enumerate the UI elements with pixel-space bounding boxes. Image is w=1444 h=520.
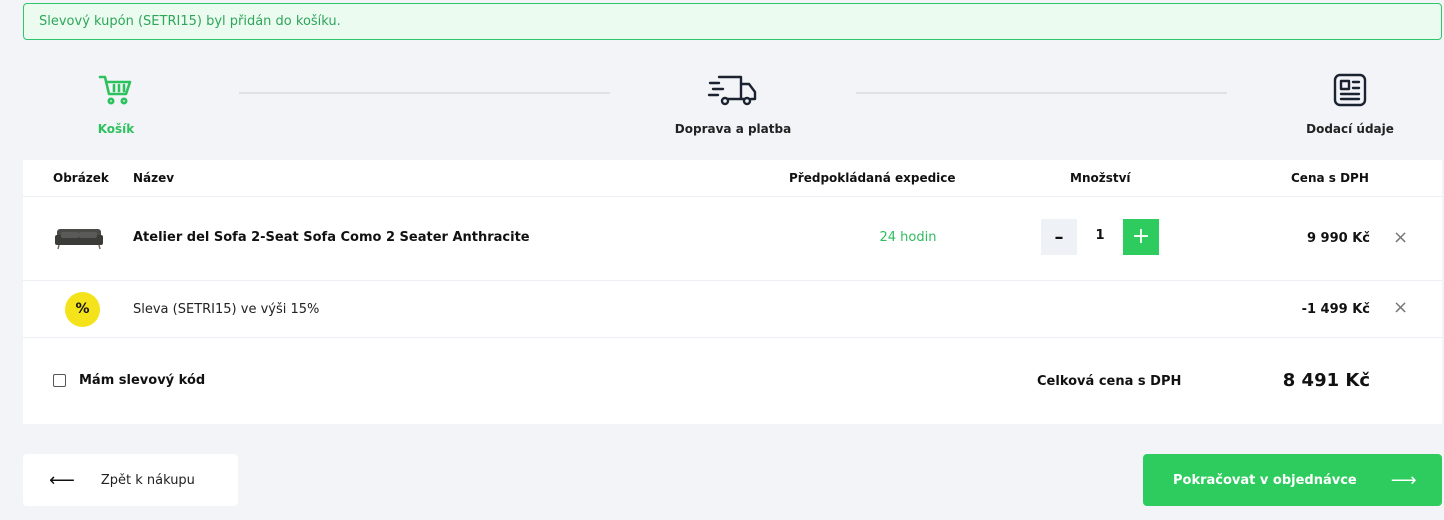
header-expedition: Předpokládaná expedice — [789, 171, 956, 185]
step-delivery-label: Dodací údaje — [1306, 122, 1394, 136]
quantity-decrease-button[interactable]: – — [1041, 219, 1077, 255]
coupon-code-checkbox[interactable] — [53, 374, 66, 387]
step-connector — [239, 92, 610, 94]
header-price: Cena s DPH — [1291, 171, 1369, 185]
product-price: 9 990 Kč — [1306, 231, 1370, 246]
coupon-code-label[interactable]: Mám slevový kód — [79, 373, 205, 388]
remove-discount-button[interactable]: × — [1393, 297, 1408, 318]
arrow-right-icon: ⟶ — [1390, 469, 1417, 491]
header-quantity: Množství — [1070, 171, 1131, 185]
back-button-label: Zpět k nákupu — [100, 472, 195, 488]
step-connector — [856, 92, 1227, 94]
remove-item-button[interactable]: × — [1393, 227, 1408, 248]
header-image: Obrázek — [53, 171, 109, 185]
cart-icon — [76, 70, 156, 110]
quantity-stepper: – 1 + — [1041, 219, 1159, 255]
product-name[interactable]: Atelier del Sofa 2-Seat Sofa Como 2 Seat… — [133, 230, 530, 245]
continue-order-button[interactable]: Pokračovat v objednávce ⟶ — [1143, 454, 1442, 506]
arrow-left-icon: ⟵ — [49, 469, 75, 491]
cart-table: Obrázek Název Předpokládaná expedice Mno… — [23, 160, 1442, 424]
discount-percent-icon: % — [65, 292, 100, 327]
delivery-truck-icon — [663, 70, 803, 110]
step-cart-label: Košík — [97, 122, 135, 136]
step-shipping[interactable]: Doprava a platba — [663, 70, 803, 136]
step-shipping-label: Doprava a platba — [674, 122, 792, 136]
table-row: % Sleva (SETRI15) ve výši 15% -1 499 Kč … — [23, 281, 1442, 338]
discount-name: Sleva (SETRI15) ve výši 15% — [133, 302, 320, 317]
discount-price: -1 499 Kč — [1301, 302, 1370, 317]
quantity-increase-button[interactable]: + — [1123, 219, 1159, 255]
table-header: Obrázek Název Předpokládaná expedice Mno… — [23, 160, 1442, 197]
continue-button-label: Pokračovat v objednávce — [1173, 472, 1357, 488]
table-row: Atelier del Sofa 2-Seat Sofa Como 2 Seat… — [23, 197, 1442, 281]
table-footer: Mám slevový kód Celková cena s DPH 8 491… — [23, 338, 1442, 424]
quantity-value[interactable]: 1 — [1077, 228, 1123, 243]
total-value: 8 491 Kč — [1282, 370, 1370, 391]
step-delivery-details[interactable]: Dodací údaje — [1290, 70, 1410, 136]
product-image[interactable] — [53, 223, 105, 257]
back-to-shop-button[interactable]: ⟵ Zpět k nákupu — [23, 454, 238, 506]
total-label: Celková cena s DPH — [1037, 374, 1182, 389]
coupon-added-alert: Slevový kupón (SETRI15) byl přidán do ko… — [23, 3, 1442, 40]
step-cart[interactable]: Košík — [76, 70, 156, 136]
product-expedition: 24 hodin — [879, 230, 937, 245]
header-name: Název — [133, 171, 175, 185]
form-document-icon — [1290, 70, 1410, 110]
